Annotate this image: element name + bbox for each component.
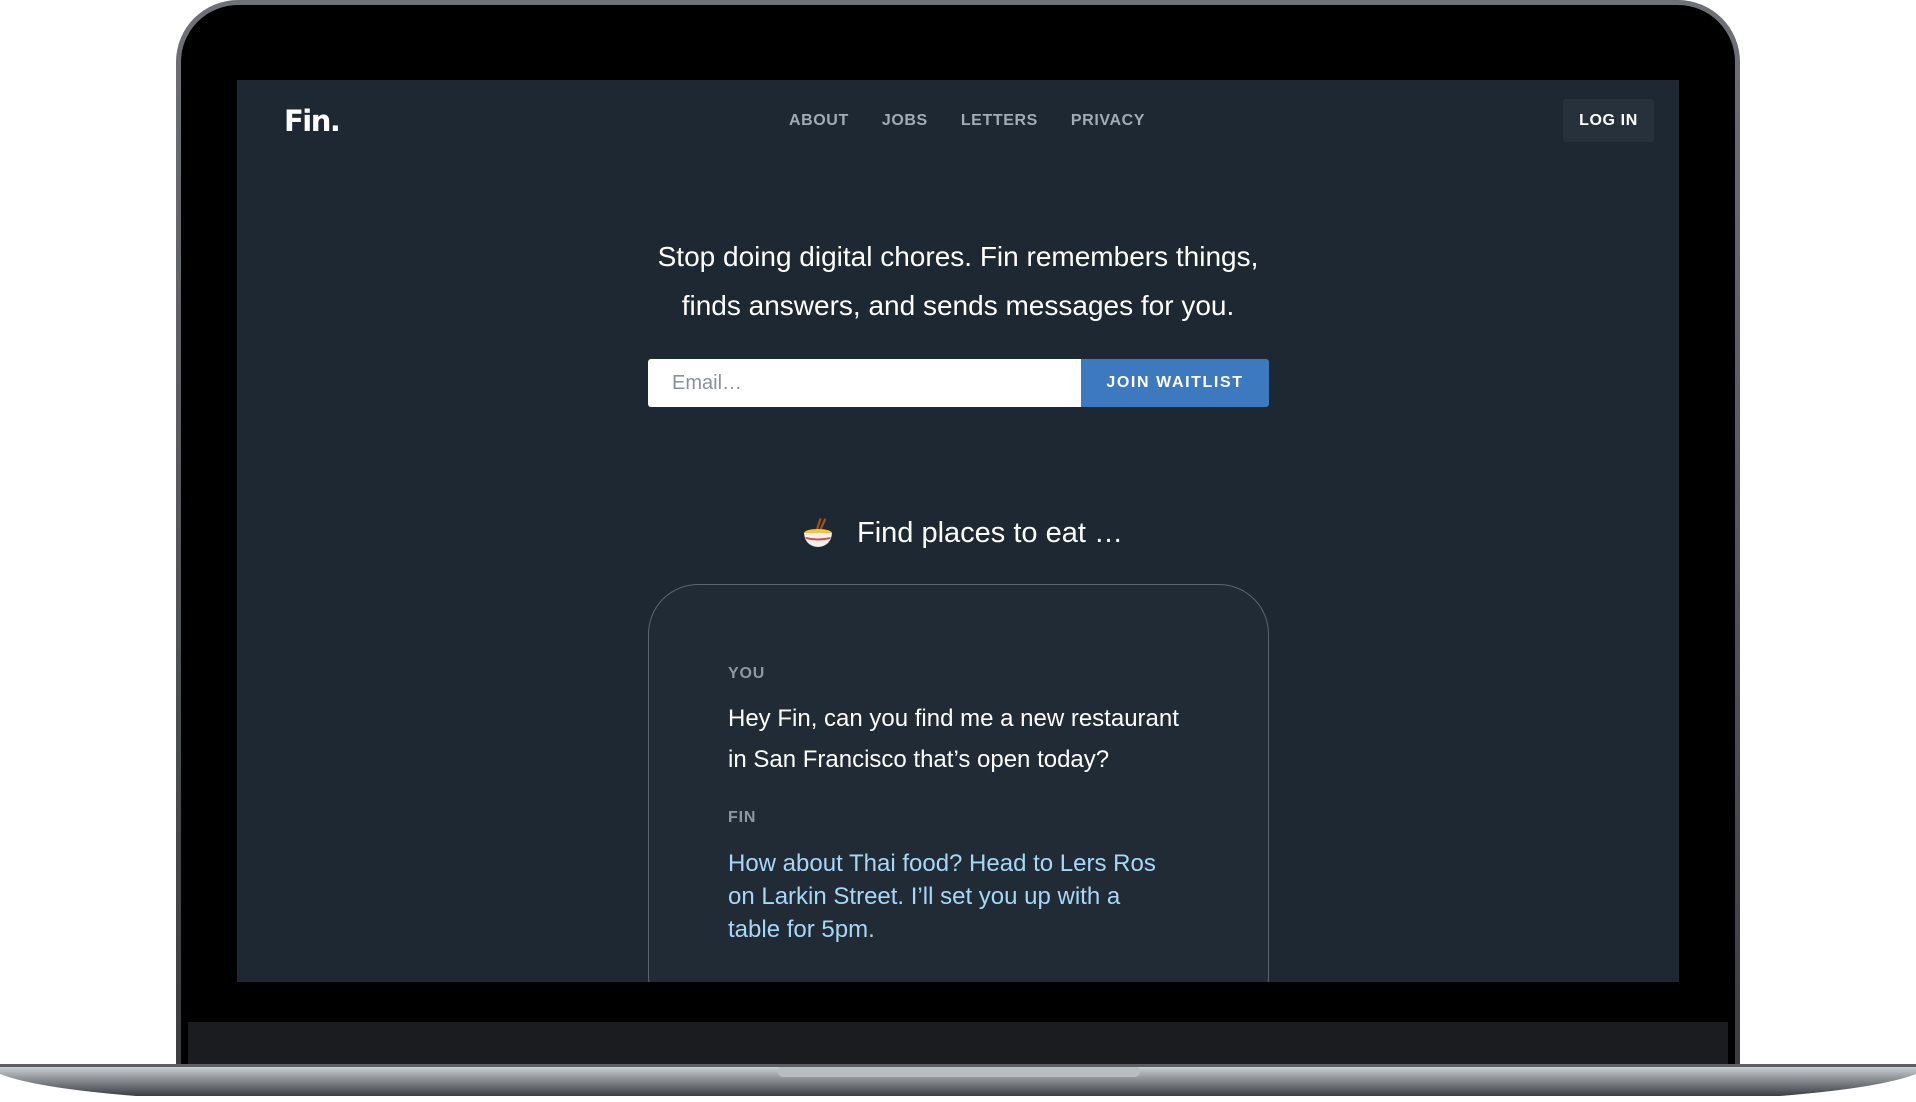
nav-item-jobs[interactable]: JOBS [882,112,928,130]
feature-heading: Find places to eat … [237,516,1679,550]
conversation-card: YOU Hey Fin, can you find me a new resta… [648,584,1269,982]
headline-line-1: Stop doing digital chores. Fin remembers… [657,241,1259,272]
nav-item-privacy[interactable]: PRIVACY [1071,112,1145,130]
login-button[interactable]: LOG IN [1563,99,1654,142]
nav-item-letters[interactable]: LETTERS [961,112,1038,130]
top-nav: ABOUT JOBS LETTERS PRIVACY [237,112,1679,130]
fin-reply-line-2: on Larkin Street. I’ll set you up with a [728,883,1121,910]
user-message-line-2: in San Francisco that’s open today? [728,746,1110,773]
fin-reply-line-3: table for 5pm. [728,916,875,943]
user-message: Hey Fin, can you find me a new restauran… [728,698,1198,780]
fin-reply-line-1: How about Thai food? Head to Lers Ros [728,850,1156,877]
noodle-bowl-icon [801,516,835,550]
fin-reply: How about Thai food? Head to Lers Ros on… [728,847,1198,946]
headline-line-2: finds answers, and sends messages for yo… [681,290,1235,321]
user-message-line-1: Hey Fin, can you find me a new restauran… [728,705,1179,732]
waitlist-form: JOIN WAITLIST [648,359,1269,407]
join-waitlist-button[interactable]: JOIN WAITLIST [1081,359,1269,407]
speaker-label-fin: FIN [728,809,757,826]
nav-item-about[interactable]: ABOUT [789,112,849,130]
speaker-label-you: YOU [728,665,766,682]
laptop-chin [188,1022,1728,1064]
feature-title: Find places to eat … [857,516,1123,549]
laptop-base [0,1062,1916,1102]
laptop-mockup: Fin. ABOUT JOBS LETTERS PRIVACY LOG IN S… [0,0,1916,1102]
hero-headline: Stop doing digital chores. Fin remembers… [237,232,1679,330]
browser-screen: Fin. ABOUT JOBS LETTERS PRIVACY LOG IN S… [237,80,1679,982]
email-input[interactable] [648,359,1081,407]
